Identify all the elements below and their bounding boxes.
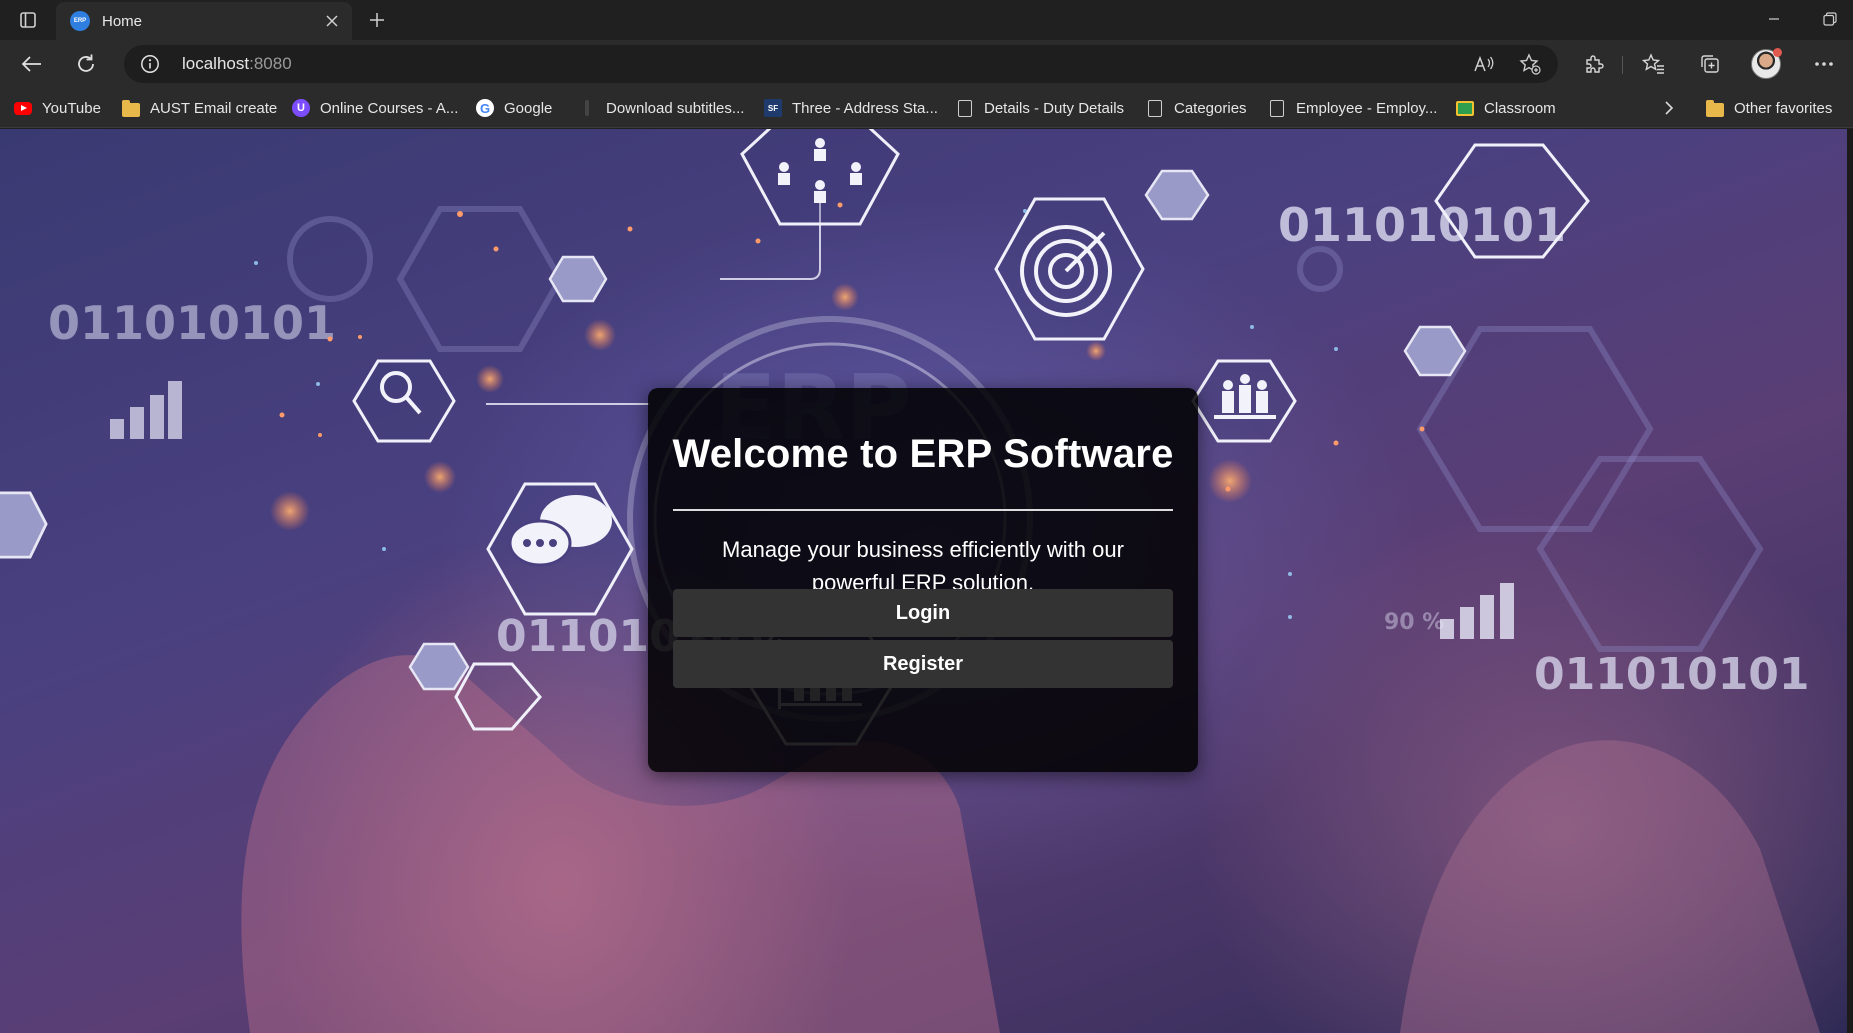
arrow-left-icon	[21, 56, 41, 72]
avatar	[1751, 48, 1782, 79]
favorites-bar: YouTube AUST Email create U Online Cours…	[0, 88, 1853, 128]
chevron-right-icon	[1665, 101, 1674, 115]
folder-icon	[122, 99, 140, 117]
restore-icon	[1823, 12, 1837, 26]
decor-hex	[1144, 169, 1210, 221]
restore-button[interactable]	[1810, 4, 1850, 34]
minimize-icon	[1769, 18, 1779, 20]
favorite-youtube[interactable]: YouTube	[14, 96, 101, 120]
add-favorite-button[interactable]	[1514, 49, 1546, 79]
favorite-label: Three - Address Sta...	[792, 99, 938, 117]
navigation-bar: localhost:8080	[0, 40, 1853, 88]
favorites-overflow-button[interactable]	[1664, 96, 1674, 120]
tab-title: Home	[102, 12, 143, 30]
page-icon	[1268, 99, 1286, 117]
tab-actions-button[interactable]	[10, 6, 46, 34]
page-title: Welcome to ERP Software	[672, 432, 1174, 476]
register-button[interactable]: Register	[673, 640, 1173, 688]
url-text[interactable]: localhost:8080	[182, 54, 292, 74]
star-add-icon	[1519, 53, 1541, 75]
plus-icon	[370, 13, 384, 27]
close-icon	[326, 15, 338, 27]
favorites-button[interactable]	[1634, 46, 1674, 82]
url-host: localhost	[182, 54, 250, 73]
favorite-classroom[interactable]: Classroom	[1456, 96, 1556, 120]
url-port: :8080	[249, 54, 292, 73]
other-favorites[interactable]: Other favorites	[1706, 96, 1832, 120]
favorite-categories[interactable]: Categories	[1146, 96, 1247, 120]
new-tab-button[interactable]	[360, 6, 394, 34]
favorite-label: Classroom	[1484, 99, 1556, 117]
profile-button[interactable]	[1746, 46, 1786, 82]
favorite-label: Download subtitles...	[606, 99, 745, 117]
favorite-three-address[interactable]: SF Three - Address Sta...	[764, 96, 938, 120]
site-info-icon[interactable]	[138, 52, 162, 76]
extensions-button[interactable]	[1574, 46, 1614, 82]
login-button[interactable]: Login	[673, 589, 1173, 637]
page-icon	[1146, 99, 1164, 117]
percent-text: 90 %	[1384, 610, 1444, 635]
course-site-icon: U	[292, 99, 310, 117]
favorite-duty-details[interactable]: Details - Duty Details	[956, 96, 1124, 120]
collections-button[interactable]	[1690, 46, 1730, 82]
erp-favicon-icon: ERP	[70, 11, 90, 31]
favorite-label: Categories	[1174, 99, 1247, 117]
favorite-label: YouTube	[42, 99, 101, 117]
search-hex	[352, 359, 456, 443]
more-horizontal-icon	[1815, 62, 1833, 66]
classroom-icon	[1456, 99, 1474, 117]
youtube-icon	[14, 99, 32, 117]
tab-close-button[interactable]	[318, 7, 346, 35]
binary-text-top-right: 011010101	[1278, 198, 1566, 252]
signal-bars-icon	[1440, 583, 1514, 639]
hand-shape	[1400, 740, 1820, 1033]
favorite-label: AUST Email create	[150, 99, 278, 117]
favorite-aust-email[interactable]: AUST Email create	[122, 96, 277, 120]
favorite-label: Online Courses - A...	[320, 99, 459, 117]
favorite-label: Employee - Employ...	[1296, 99, 1438, 117]
decor-hex	[548, 255, 608, 303]
title-divider	[673, 509, 1173, 511]
google-icon: G	[476, 99, 494, 117]
decor-hex	[0, 491, 48, 559]
favorite-online-courses[interactable]: U Online Courses - A...	[292, 96, 458, 120]
other-favorites-label: Other favorites	[1734, 99, 1833, 117]
minimize-button[interactable]	[1754, 4, 1794, 34]
favorite-label: Details - Duty Details	[984, 99, 1125, 117]
read-aloud-icon	[1474, 55, 1494, 72]
site-icon: SF	[764, 99, 782, 117]
page-viewport: 011010101 011010101 011010101 011010101 …	[0, 129, 1853, 1033]
refresh-button[interactable]	[66, 46, 106, 82]
tab-bar: ERP Home	[0, 0, 1853, 40]
signal-bars-icon	[110, 381, 182, 439]
collections-icon	[1701, 55, 1719, 73]
binary-text-bottom-right: 011010101	[1534, 649, 1810, 700]
welcome-card: Welcome to ERP Software Manage your busi…	[648, 388, 1198, 772]
address-bar[interactable]: localhost:8080	[124, 45, 1558, 83]
binary-text-left: 011010101	[48, 296, 336, 350]
settings-more-button[interactable]	[1804, 46, 1844, 82]
page-icon	[956, 99, 974, 117]
tab-home[interactable]: ERP Home	[56, 2, 352, 40]
scrollbar-track[interactable]	[1847, 129, 1853, 1033]
favorite-label: Google	[504, 99, 553, 117]
favorites-list-icon	[1642, 53, 1664, 74]
folder-icon	[1706, 99, 1724, 117]
back-button[interactable]	[12, 46, 52, 82]
refresh-icon	[78, 54, 94, 72]
target-icon	[1020, 225, 1112, 317]
favorite-employee[interactable]: Employee - Employ...	[1268, 96, 1437, 120]
decor-hex	[408, 642, 470, 691]
read-aloud-button[interactable]	[1468, 49, 1500, 79]
site-icon	[578, 99, 596, 117]
favorite-google[interactable]: G Google	[476, 96, 552, 120]
toolbar-divider	[1622, 56, 1623, 74]
puzzle-icon	[1586, 55, 1604, 73]
tab-actions-icon	[20, 12, 36, 28]
favorite-download-subtitles[interactable]: Download subtitles...	[578, 96, 744, 120]
